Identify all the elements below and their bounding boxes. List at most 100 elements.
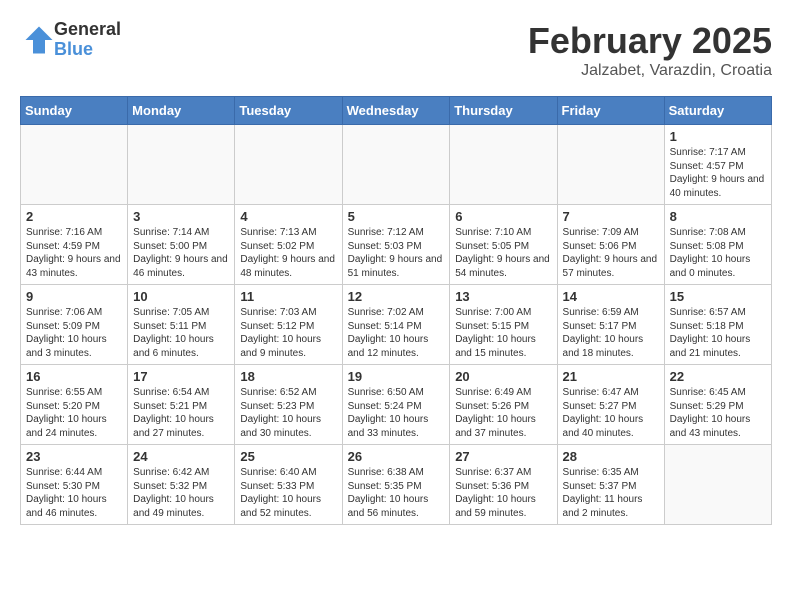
day-number: 2 <box>26 209 122 224</box>
calendar-cell: 23 Sunrise: 6:44 AM Sunset: 5:30 PM Dayli… <box>21 445 128 525</box>
month-title: February 2025 <box>528 20 772 62</box>
day-info: Sunrise: 6:38 AM Sunset: 5:35 PM Dayligh… <box>348 466 445 520</box>
calendar-cell: 12 Sunrise: 7:02 AM Sunset: 5:14 PM Dayli… <box>342 285 450 365</box>
day-number: 27 <box>455 449 551 464</box>
day-info: Sunrise: 6:47 AM Sunset: 5:27 PM Dayligh… <box>563 386 659 440</box>
calendar-cell: 2 Sunrise: 7:16 AM Sunset: 4:59 PM Daylig… <box>21 205 128 285</box>
calendar-cell <box>128 125 235 205</box>
day-info: Sunrise: 7:14 AM Sunset: 5:00 PM Dayligh… <box>133 226 229 280</box>
logo-general: General <box>54 20 121 40</box>
calendar-cell <box>664 445 771 525</box>
calendar-cell <box>450 125 557 205</box>
calendar-cell: 10Sunrise: 7:05 AM Sunset: 5:11 PM Dayli… <box>128 285 235 365</box>
calendar-cell: 13Sunrise: 7:00 AM Sunset: 5:15 PM Dayli… <box>450 285 557 365</box>
day-number: 28 <box>563 449 659 464</box>
calendar-cell: 21 Sunrise: 6:47 AM Sunset: 5:27 PM Dayli… <box>557 365 664 445</box>
weekday-header: Saturday <box>664 97 771 125</box>
calendar-cell: 6 Sunrise: 7:10 AM Sunset: 5:05 PM Daylig… <box>450 205 557 285</box>
calendar-cell: 8Sunrise: 7:08 AM Sunset: 5:08 PM Daylig… <box>664 205 771 285</box>
day-number: 12 <box>348 289 445 304</box>
weekday-header-row: SundayMondayTuesdayWednesdayThursdayFrid… <box>21 97 772 125</box>
day-info: Sunrise: 6:49 AM Sunset: 5:26 PM Dayligh… <box>455 386 551 440</box>
calendar-week-row: 23 Sunrise: 6:44 AM Sunset: 5:30 PM Dayli… <box>21 445 772 525</box>
day-number: 13 <box>455 289 551 304</box>
calendar-cell: 4 Sunrise: 7:13 AM Sunset: 5:02 PM Daylig… <box>235 205 342 285</box>
day-info: Sunrise: 7:12 AM Sunset: 5:03 PM Dayligh… <box>348 226 445 280</box>
page-header: General Blue February 2025 Jalzabet, Var… <box>20 20 772 88</box>
day-number: 25 <box>240 449 336 464</box>
logo-icon <box>24 25 54 55</box>
day-info: Sunrise: 6:52 AM Sunset: 5:23 PM Dayligh… <box>240 386 336 440</box>
calendar-week-row: 9 Sunrise: 7:06 AM Sunset: 5:09 PM Daylig… <box>21 285 772 365</box>
day-info: Sunrise: 6:45 AM Sunset: 5:29 PM Dayligh… <box>670 386 766 440</box>
calendar-cell <box>342 125 450 205</box>
day-number: 23 <box>26 449 122 464</box>
calendar-cell: 7 Sunrise: 7:09 AM Sunset: 5:06 PM Daylig… <box>557 205 664 285</box>
day-info: Sunrise: 7:10 AM Sunset: 5:05 PM Dayligh… <box>455 226 551 280</box>
day-number: 10 <box>133 289 229 304</box>
weekday-header: Tuesday <box>235 97 342 125</box>
calendar-cell <box>557 125 664 205</box>
day-info: Sunrise: 6:55 AM Sunset: 5:20 PM Dayligh… <box>26 386 122 440</box>
calendar-cell: 3Sunrise: 7:14 AM Sunset: 5:00 PM Daylig… <box>128 205 235 285</box>
calendar-cell: 27 Sunrise: 6:37 AM Sunset: 5:36 PM Dayli… <box>450 445 557 525</box>
day-number: 20 <box>455 369 551 384</box>
day-number: 9 <box>26 289 122 304</box>
weekday-header: Monday <box>128 97 235 125</box>
calendar-cell: 5 Sunrise: 7:12 AM Sunset: 5:03 PM Daylig… <box>342 205 450 285</box>
day-number: 15 <box>670 289 766 304</box>
calendar-cell: 18 Sunrise: 6:52 AM Sunset: 5:23 PM Dayli… <box>235 365 342 445</box>
day-info: Sunrise: 7:02 AM Sunset: 5:14 PM Dayligh… <box>348 306 445 360</box>
weekday-header: Sunday <box>21 97 128 125</box>
day-number: 1 <box>670 129 766 144</box>
weekday-header: Thursday <box>450 97 557 125</box>
day-number: 14 <box>563 289 659 304</box>
calendar-cell <box>235 125 342 205</box>
day-info: Sunrise: 6:40 AM Sunset: 5:33 PM Dayligh… <box>240 466 336 520</box>
calendar-cell: 19 Sunrise: 6:50 AM Sunset: 5:24 PM Dayli… <box>342 365 450 445</box>
day-info: Sunrise: 6:42 AM Sunset: 5:32 PM Dayligh… <box>133 466 229 520</box>
weekday-header: Friday <box>557 97 664 125</box>
weekday-header: Wednesday <box>342 97 450 125</box>
calendar-week-row: 16Sunrise: 6:55 AM Sunset: 5:20 PM Dayli… <box>21 365 772 445</box>
logo: General Blue <box>20 20 121 60</box>
day-info: Sunrise: 6:44 AM Sunset: 5:30 PM Dayligh… <box>26 466 122 520</box>
day-number: 6 <box>455 209 551 224</box>
day-info: Sunrise: 6:50 AM Sunset: 5:24 PM Dayligh… <box>348 386 445 440</box>
day-info: Sunrise: 6:37 AM Sunset: 5:36 PM Dayligh… <box>455 466 551 520</box>
day-info: Sunrise: 6:54 AM Sunset: 5:21 PM Dayligh… <box>133 386 229 440</box>
day-info: Sunrise: 7:13 AM Sunset: 5:02 PM Dayligh… <box>240 226 336 280</box>
logo-blue: Blue <box>54 40 121 60</box>
day-number: 11 <box>240 289 336 304</box>
day-info: Sunrise: 6:57 AM Sunset: 5:18 PM Dayligh… <box>670 306 766 360</box>
calendar-cell: 24 Sunrise: 6:42 AM Sunset: 5:32 PM Dayli… <box>128 445 235 525</box>
day-info: Sunrise: 6:35 AM Sunset: 5:37 PM Dayligh… <box>563 466 659 520</box>
day-number: 4 <box>240 209 336 224</box>
calendar-week-row: 2 Sunrise: 7:16 AM Sunset: 4:59 PM Daylig… <box>21 205 772 285</box>
day-number: 7 <box>563 209 659 224</box>
day-number: 5 <box>348 209 445 224</box>
day-info: Sunrise: 7:06 AM Sunset: 5:09 PM Dayligh… <box>26 306 122 360</box>
calendar-week-row: 1Sunrise: 7:17 AM Sunset: 4:57 PM Daylig… <box>21 125 772 205</box>
day-info: Sunrise: 7:16 AM Sunset: 4:59 PM Dayligh… <box>26 226 122 280</box>
calendar-cell: 15 Sunrise: 6:57 AM Sunset: 5:18 PM Dayli… <box>664 285 771 365</box>
calendar-cell: 22Sunrise: 6:45 AM Sunset: 5:29 PM Dayli… <box>664 365 771 445</box>
calendar-cell: 20 Sunrise: 6:49 AM Sunset: 5:26 PM Dayli… <box>450 365 557 445</box>
calendar-cell <box>21 125 128 205</box>
calendar-cell: 28 Sunrise: 6:35 AM Sunset: 5:37 PM Dayli… <box>557 445 664 525</box>
calendar-cell: 25 Sunrise: 6:40 AM Sunset: 5:33 PM Dayli… <box>235 445 342 525</box>
calendar-cell: 9 Sunrise: 7:06 AM Sunset: 5:09 PM Daylig… <box>21 285 128 365</box>
calendar-cell: 11 Sunrise: 7:03 AM Sunset: 5:12 PM Dayli… <box>235 285 342 365</box>
day-info: Sunrise: 7:03 AM Sunset: 5:12 PM Dayligh… <box>240 306 336 360</box>
location-title: Jalzabet, Varazdin, Croatia <box>528 62 772 80</box>
day-number: 21 <box>563 369 659 384</box>
day-number: 17 <box>133 369 229 384</box>
day-number: 8 <box>670 209 766 224</box>
calendar-cell: 17 Sunrise: 6:54 AM Sunset: 5:21 PM Dayli… <box>128 365 235 445</box>
day-number: 19 <box>348 369 445 384</box>
day-number: 18 <box>240 369 336 384</box>
title-area: February 2025 Jalzabet, Varazdin, Croati… <box>528 20 772 80</box>
day-info: Sunrise: 7:09 AM Sunset: 5:06 PM Dayligh… <box>563 226 659 280</box>
day-number: 24 <box>133 449 229 464</box>
day-info: Sunrise: 6:59 AM Sunset: 5:17 PM Dayligh… <box>563 306 659 360</box>
